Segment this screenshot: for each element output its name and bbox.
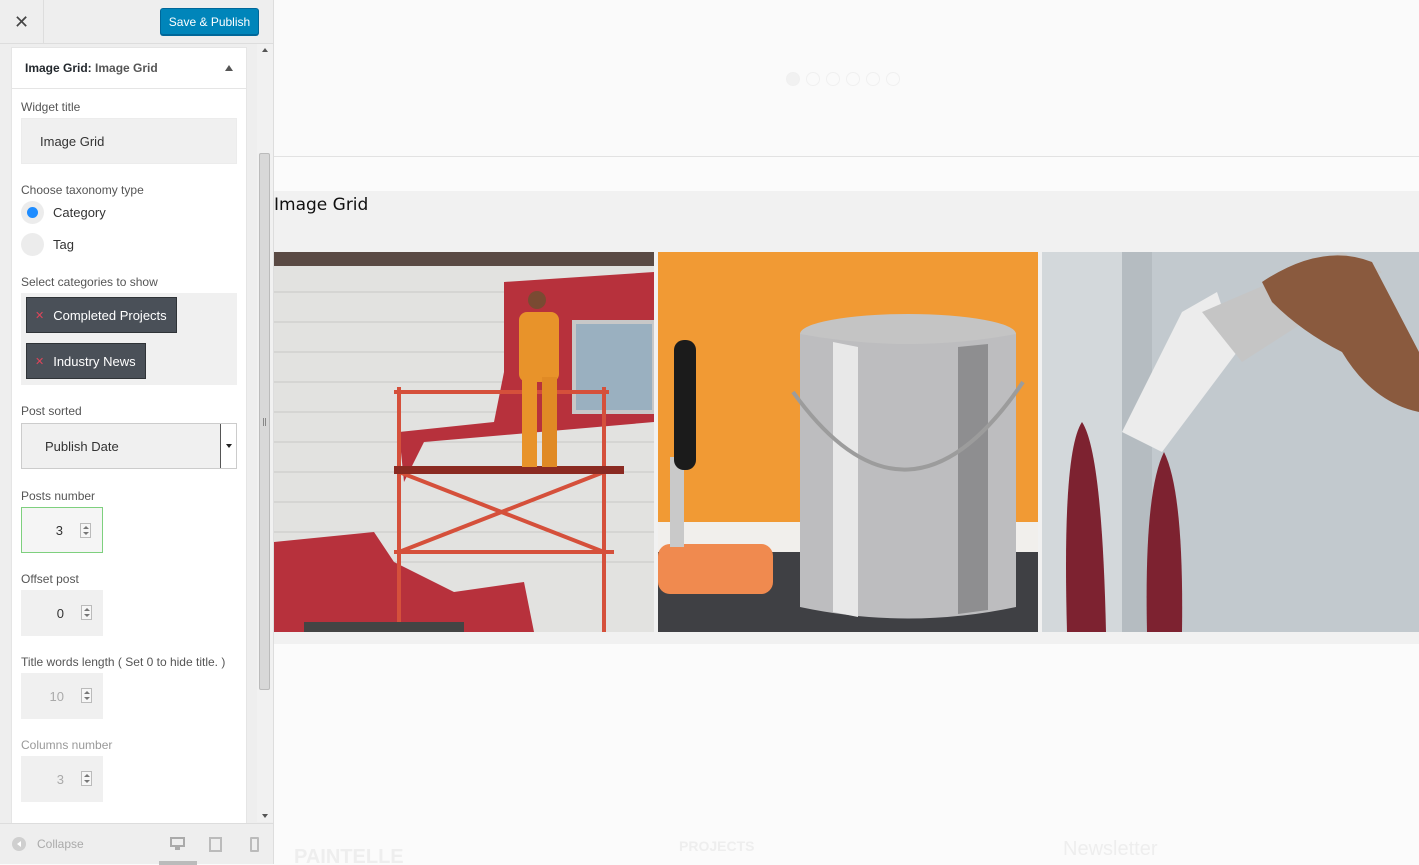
mobile-preview-icon[interactable] [250, 837, 259, 852]
paintbrush-on-wall-photo[interactable] [1042, 252, 1419, 632]
spinner-arrows-icon[interactable] [81, 605, 92, 620]
title-words-label: Title words length ( Set 0 to hide title… [21, 655, 226, 669]
tablet-preview-icon[interactable] [209, 837, 222, 852]
footer-projects-heading: PROJECTS [679, 838, 755, 854]
radio-selected-icon[interactable] [21, 201, 44, 224]
customizer-sidebar: ✕ Save & Publish Image Grid: Image Grid … [0, 0, 274, 865]
spinner-arrows-icon[interactable] [81, 688, 92, 703]
category-chip[interactable]: ✕ Completed Projects [26, 297, 177, 333]
radio-unselected-icon[interactable] [21, 233, 44, 256]
widget-header[interactable]: Image Grid: Image Grid [12, 48, 246, 89]
collapse-button[interactable]: Collapse [12, 837, 84, 851]
hero-section [274, 0, 1419, 157]
remove-chip-icon[interactable]: ✕ [35, 355, 44, 368]
remove-chip-icon[interactable]: ✕ [35, 309, 44, 322]
spinner-arrows-icon[interactable] [81, 771, 92, 786]
customizer-topbar: ✕ Save & Publish [0, 0, 273, 44]
taxonomy-type-label: Choose taxonomy type [21, 183, 144, 197]
slider-dot[interactable] [826, 72, 840, 86]
chevron-down-icon[interactable] [220, 424, 236, 468]
categories-select[interactable]: ✕ Completed Projects ✕ Industry News [21, 293, 237, 385]
active-device-indicator [159, 861, 197, 865]
slider-dot[interactable] [846, 72, 860, 86]
close-icon: ✕ [13, 11, 30, 32]
taxonomy-option-tag[interactable]: Tag [21, 233, 74, 256]
columns-number-input[interactable]: 3 [21, 756, 103, 802]
taxonomy-option-category[interactable]: Category [21, 201, 106, 224]
image-grid-title: Image Grid [274, 195, 369, 215]
save-publish-button[interactable]: Save & Publish [160, 8, 259, 35]
post-sorted-select[interactable]: Publish Date [21, 423, 237, 469]
post-sorted-label: Post sorted [21, 404, 82, 418]
widget-title-label: Widget title [21, 100, 81, 114]
widget-header-title: Image Grid: Image Grid [25, 61, 158, 75]
category-chip[interactable]: ✕ Industry News [26, 343, 146, 379]
paint-can-and-roller-photo[interactable] [658, 252, 1038, 632]
slider-dot[interactable] [886, 72, 900, 86]
scroll-up-icon[interactable] [262, 48, 268, 52]
painter-on-scaffold-photo[interactable] [274, 252, 654, 632]
close-customizer-button[interactable]: ✕ [0, 0, 44, 44]
scroll-down-icon[interactable] [262, 814, 268, 818]
categories-label: Select categories to show [21, 275, 158, 289]
slider-dot[interactable] [806, 72, 820, 86]
widget-title-input[interactable]: Image Grid [21, 118, 237, 164]
sidebar-scrollbar[interactable] [257, 44, 273, 822]
customizer-footer: Collapse [0, 823, 273, 865]
collapse-arrow-icon [12, 837, 26, 851]
slider-dots [786, 72, 900, 86]
site-preview: Image Grid PAINTELLE PROJECTS Newsletter [274, 0, 1419, 864]
spinner-arrows-icon[interactable] [80, 523, 91, 538]
faded-brand-logo: PAINTELLE [294, 846, 404, 864]
image-grid-section: Image Grid [274, 191, 1419, 644]
posts-number-input[interactable]: 3 [21, 507, 103, 553]
columns-number-label: Columns number [21, 738, 113, 752]
collapse-widget-icon[interactable] [225, 65, 233, 71]
desktop-preview-icon[interactable] [170, 837, 186, 851]
scrollbar-thumb[interactable] [259, 153, 270, 690]
title-words-input[interactable]: 10 [21, 673, 103, 719]
widget-settings-panel: Image Grid: Image Grid Widget title Imag… [11, 47, 247, 827]
slider-dot[interactable] [866, 72, 880, 86]
site-footer: PAINTELLE PROJECTS Newsletter [274, 820, 1419, 864]
slider-dot[interactable] [786, 72, 800, 86]
footer-newsletter-heading: Newsletter [1063, 838, 1158, 860]
posts-number-label: Posts number [21, 489, 96, 503]
offset-post-label: Offset post [21, 572, 79, 586]
offset-post-input[interactable]: 0 [21, 590, 103, 636]
